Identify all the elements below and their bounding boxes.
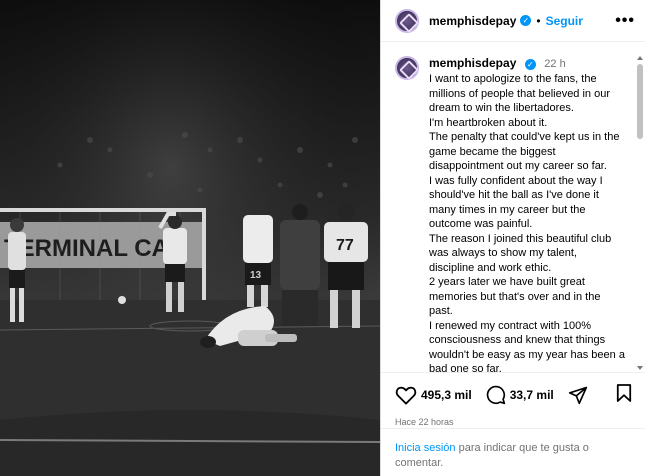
comment-count: 33,7 mil bbox=[509, 388, 554, 402]
caption-line: discipline and work ethic. bbox=[429, 261, 552, 274]
caption-line: I'm heartbroken about it. bbox=[429, 116, 548, 129]
caption-body: memphisdepay ✓ 22 h I want to apologize … bbox=[429, 54, 632, 372]
caption-line: consciousness and knew that things bbox=[429, 334, 606, 346]
caption-line: disappointment out my career so far. bbox=[429, 160, 607, 172]
actions-bar: 495,3 mil 33,7 mil Hace 22 horas bbox=[381, 372, 645, 427]
caption-line: The reason I joined this beautiful club bbox=[429, 232, 612, 245]
caption-line: game became the biggest bbox=[429, 145, 556, 158]
caption-line: bad one so far. bbox=[429, 363, 502, 372]
caption-line: dream to win the libertadores. bbox=[429, 102, 574, 114]
caption-area: memphisdepay ✓ 22 h I want to apologize … bbox=[381, 42, 645, 372]
bookmark-icon bbox=[616, 383, 632, 402]
like-button[interactable]: 495,3 mil bbox=[395, 385, 472, 405]
login-prompt: Inicia sesión para indicar que te gusta … bbox=[381, 428, 645, 476]
share-icon bbox=[568, 386, 587, 405]
post-side-panel: memphisdepay ✓ • Seguir ••• memphisdepay… bbox=[380, 0, 645, 476]
caption-row: memphisdepay ✓ 22 h I want to apologize … bbox=[395, 54, 632, 372]
header-username[interactable]: memphisdepay bbox=[429, 14, 516, 28]
post-header: memphisdepay ✓ • Seguir ••• bbox=[381, 0, 645, 42]
follow-button[interactable]: Seguir bbox=[546, 14, 583, 28]
caption-line: was always to show my talent, bbox=[429, 247, 577, 259]
stadium-photo: TERMINAL CA 13 77 bbox=[0, 0, 380, 476]
scroll-down-icon[interactable] bbox=[637, 366, 643, 370]
post-timestamp: Hace 22 horas bbox=[395, 417, 454, 427]
caption-username[interactable]: memphisdepay bbox=[429, 56, 516, 70]
caption-line: millions of people that believed in our bbox=[429, 87, 611, 100]
svg-text:13: 13 bbox=[250, 270, 262, 281]
caption-line: I was fully confident about the way I bbox=[429, 174, 603, 187]
svg-text:77: 77 bbox=[336, 237, 354, 254]
separator-dot: • bbox=[536, 13, 541, 28]
verified-icon: ✓ bbox=[520, 15, 532, 26]
svg-text:TERMINAL CA: TERMINAL CA bbox=[4, 235, 169, 262]
share-button[interactable] bbox=[568, 385, 588, 405]
verified-icon: ✓ bbox=[524, 59, 536, 70]
caption-avatar[interactable] bbox=[395, 56, 419, 80]
caption-line: outcome was painful. bbox=[429, 218, 533, 230]
caption-line: past. bbox=[429, 305, 453, 317]
post-image[interactable]: TERMINAL CA 13 77 bbox=[0, 0, 380, 476]
avatar[interactable] bbox=[395, 8, 419, 33]
caption-line: I want to apologize to the fans, the bbox=[429, 73, 597, 85]
caption-time: 22 h bbox=[544, 58, 566, 70]
caption-scrollbar[interactable] bbox=[637, 56, 643, 370]
save-button[interactable] bbox=[616, 383, 632, 408]
login-link[interactable]: Inicia sesión bbox=[395, 442, 456, 454]
caption-line: wouldn't be easy as my year has been a bbox=[429, 348, 625, 361]
action-row: 495,3 mil 33,7 mil bbox=[395, 383, 632, 407]
caption-line: should've hit the ball as I've done it bbox=[429, 189, 599, 201]
caption-line: 2 years later we have built great bbox=[429, 276, 585, 288]
caption-line: memories but that's over and in the bbox=[429, 290, 601, 303]
caption-line: many times in my career but the bbox=[429, 203, 586, 216]
caption-line: The penalty that could've kept us in the bbox=[429, 131, 620, 143]
comment-button[interactable]: 33,7 mil bbox=[486, 385, 554, 405]
scroll-up-icon[interactable] bbox=[637, 56, 643, 60]
comment-icon bbox=[486, 385, 505, 405]
more-options-icon[interactable]: ••• bbox=[615, 12, 635, 30]
caption-line: I renewed my contract with 100% bbox=[429, 319, 592, 332]
like-count: 495,3 mil bbox=[421, 388, 472, 402]
heart-icon bbox=[395, 386, 417, 405]
scroll-thumb[interactable] bbox=[637, 64, 643, 139]
